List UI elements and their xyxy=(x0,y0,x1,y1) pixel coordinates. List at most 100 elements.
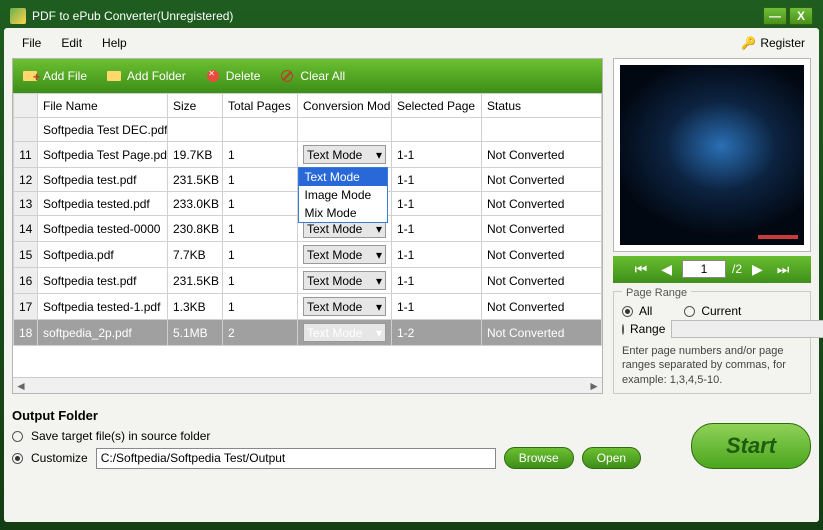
mode-value: Text Mode xyxy=(307,326,362,340)
col-totalpages[interactable]: Total Pages xyxy=(223,94,298,118)
chevron-down-icon[interactable]: ▾ xyxy=(376,248,382,262)
cell-status xyxy=(482,118,602,142)
clear-all-button[interactable]: Clear All xyxy=(278,67,345,85)
radio-range-label: Range xyxy=(630,322,665,336)
delete-label: Delete xyxy=(226,69,261,83)
window-title: PDF to ePub Converter(Unregistered) xyxy=(32,9,233,23)
col-mode[interactable]: Conversion Mode xyxy=(298,94,392,118)
radio-save-source[interactable] xyxy=(12,431,23,442)
mode-dropdown[interactable]: Text ModeImage ModeMix Mode xyxy=(298,167,388,223)
cell-selected xyxy=(392,118,482,142)
col-status[interactable]: Status xyxy=(482,94,602,118)
menu-help[interactable]: Help xyxy=(92,34,137,52)
mode-option[interactable]: Image Mode xyxy=(299,186,387,204)
cell-size: 1.3KB xyxy=(168,294,223,320)
cell-index: 13 xyxy=(14,192,38,216)
cell-status: Not Converted xyxy=(482,168,602,192)
radio-customize[interactable] xyxy=(12,453,23,464)
cell-selected: 1-1 xyxy=(392,192,482,216)
last-page-button[interactable]: ⏭ xyxy=(773,261,794,278)
cell-filename: Softpedia.pdf xyxy=(38,242,168,268)
chevron-down-icon[interactable]: ▾ xyxy=(376,148,382,162)
menubar: File Edit Help 🔑 Register xyxy=(12,32,811,54)
chevron-down-icon[interactable]: ▾ xyxy=(376,274,382,288)
col-filename[interactable]: File Name xyxy=(38,94,168,118)
cell-filename: softpedia_2p.pdf xyxy=(38,320,168,346)
cell-mode[interactable]: Text Mode ▾ xyxy=(298,320,392,346)
open-button[interactable]: Open xyxy=(582,447,641,469)
horizontal-scrollbar[interactable]: ◄ ► xyxy=(13,377,602,393)
cell-mode[interactable]: Text Mode ▾ xyxy=(298,142,392,168)
start-button[interactable]: Start xyxy=(691,423,811,469)
chevron-down-icon[interactable]: ▾ xyxy=(376,326,382,340)
cell-selected: 1-1 xyxy=(392,142,482,168)
mode-value: Text Mode xyxy=(307,248,362,262)
cell-mode[interactable]: Text Mode ▾ xyxy=(298,242,392,268)
register-button[interactable]: 🔑 Register xyxy=(741,36,811,50)
table-row[interactable]: 16Softpedia test.pdf231.5KB1Text Mode▾1-… xyxy=(14,268,602,294)
minimize-button[interactable]: — xyxy=(763,7,787,25)
chevron-down-icon[interactable]: ▾ xyxy=(376,300,382,314)
cell-size: 231.5KB xyxy=(168,168,223,192)
page-number-input[interactable] xyxy=(682,260,726,278)
cell-filename: Softpedia test.pdf xyxy=(38,268,168,294)
add-file-label: Add File xyxy=(43,69,87,83)
preview-image xyxy=(620,65,804,245)
output-path-input[interactable] xyxy=(96,448,496,469)
scroll-left-icon[interactable]: ◄ xyxy=(15,379,27,393)
cell-selected: 1-2 xyxy=(392,320,482,346)
file-table[interactable]: File Name Size Total Pages Conversion Mo… xyxy=(13,93,602,377)
cell-status: Not Converted xyxy=(482,268,602,294)
cell-index: 18 xyxy=(14,320,38,346)
cell-totalpages: 1 xyxy=(223,168,298,192)
cell-size: 233.0KB xyxy=(168,192,223,216)
cell-totalpages: 1 xyxy=(223,242,298,268)
delete-icon xyxy=(204,67,222,85)
cell-selected: 1-1 xyxy=(392,216,482,242)
menu-file[interactable]: File xyxy=(12,34,51,52)
col-size[interactable]: Size xyxy=(168,94,223,118)
delete-button[interactable]: Delete xyxy=(204,67,261,85)
radio-all-label: All xyxy=(639,304,652,318)
table-row[interactable]: 18softpedia_2p.pdf5.1MB2Text Mode▾1-2Not… xyxy=(14,320,602,346)
menu-edit[interactable]: Edit xyxy=(51,34,92,52)
cell-index: 17 xyxy=(14,294,38,320)
cell-filename: Softpedia tested-0000 xyxy=(38,216,168,242)
add-folder-button[interactable]: Add Folder xyxy=(105,67,186,85)
mode-value: Text Mode xyxy=(307,274,362,288)
browse-button[interactable]: Browse xyxy=(504,447,574,469)
table-row[interactable]: Softpedia Test DEC.pdf xyxy=(14,118,602,142)
prev-page-button[interactable]: ◀ xyxy=(657,261,676,278)
add-folder-label: Add Folder xyxy=(127,69,186,83)
add-file-button[interactable]: Add File xyxy=(21,67,87,85)
cell-status: Not Converted xyxy=(482,192,602,216)
col-selected[interactable]: Selected Page xyxy=(392,94,482,118)
cell-size xyxy=(168,118,223,142)
chevron-down-icon[interactable]: ▾ xyxy=(376,222,382,236)
preview-navigation: ⏮ ◀ /2 ▶ ⏭ xyxy=(613,256,811,284)
close-button[interactable]: X xyxy=(789,7,813,25)
save-source-label: Save target file(s) in source folder xyxy=(31,429,210,443)
first-page-button[interactable]: ⏮ xyxy=(631,261,652,278)
mode-option[interactable]: Mix Mode xyxy=(299,204,387,222)
cell-mode[interactable] xyxy=(298,118,392,142)
cell-mode[interactable]: Text Mode ▾ xyxy=(298,268,392,294)
table-row[interactable]: 11Softpedia Test Page.pdf19.7KB1Text Mod… xyxy=(14,142,602,168)
cell-mode[interactable]: Text Mode▾ xyxy=(298,294,392,320)
cell-filename: Softpedia test.pdf xyxy=(38,168,168,192)
mode-value: Text Mode xyxy=(307,148,362,162)
scroll-right-icon[interactable]: ► xyxy=(588,379,600,393)
radio-range[interactable] xyxy=(622,324,624,335)
cell-totalpages: 1 xyxy=(223,192,298,216)
radio-current[interactable] xyxy=(684,306,695,317)
range-input[interactable] xyxy=(671,320,823,338)
radio-all[interactable] xyxy=(622,306,633,317)
next-page-button[interactable]: ▶ xyxy=(748,261,767,278)
add-file-icon xyxy=(21,67,39,85)
table-row[interactable]: 15Softpedia.pdf7.7KB1Text Mode▾1-1Not Co… xyxy=(14,242,602,268)
mode-option[interactable]: Text Mode xyxy=(299,168,387,186)
cell-selected: 1-1 xyxy=(392,242,482,268)
col-index[interactable] xyxy=(14,94,38,118)
cell-status: Not Converted xyxy=(482,294,602,320)
table-row[interactable]: 17Softpedia tested-1.pdf1.3KB1Text Mode▾… xyxy=(14,294,602,320)
